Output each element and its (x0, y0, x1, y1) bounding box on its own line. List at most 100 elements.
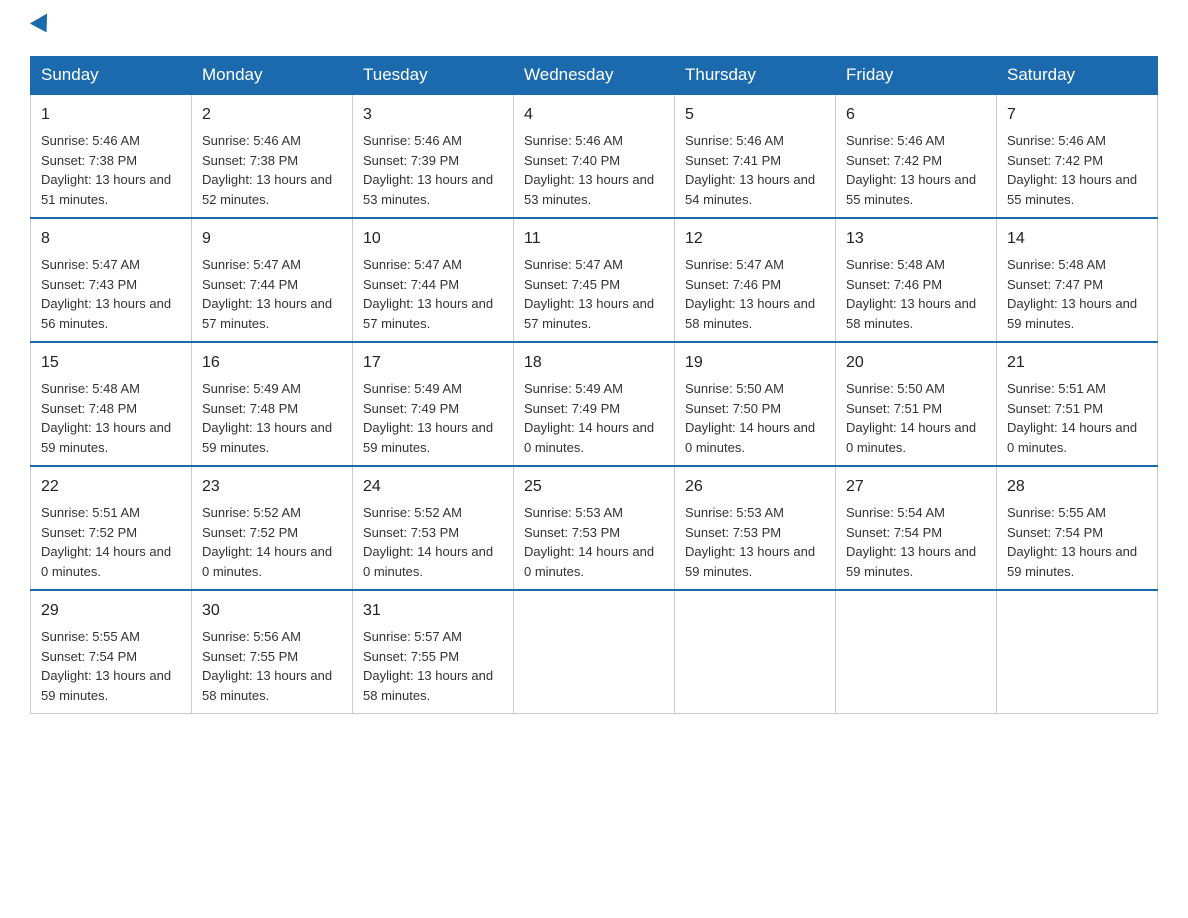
calendar-cell: 10 Sunrise: 5:47 AMSunset: 7:44 PMDaylig… (353, 218, 514, 342)
day-number: 18 (524, 351, 664, 375)
day-info: Sunrise: 5:48 AMSunset: 7:46 PMDaylight:… (846, 257, 976, 331)
day-number: 31 (363, 599, 503, 623)
calendar-cell: 4 Sunrise: 5:46 AMSunset: 7:40 PMDayligh… (514, 94, 675, 218)
calendar-cell: 17 Sunrise: 5:49 AMSunset: 7:49 PMDaylig… (353, 342, 514, 466)
day-info: Sunrise: 5:47 AMSunset: 7:44 PMDaylight:… (363, 257, 493, 331)
calendar-cell: 8 Sunrise: 5:47 AMSunset: 7:43 PMDayligh… (31, 218, 192, 342)
calendar-cell: 14 Sunrise: 5:48 AMSunset: 7:47 PMDaylig… (997, 218, 1158, 342)
day-number: 17 (363, 351, 503, 375)
logo-triangle-icon (30, 13, 55, 37)
calendar-header-row: SundayMondayTuesdayWednesdayThursdayFrid… (31, 57, 1158, 95)
calendar-cell: 21 Sunrise: 5:51 AMSunset: 7:51 PMDaylig… (997, 342, 1158, 466)
day-number: 5 (685, 103, 825, 127)
page-header (30, 20, 1158, 36)
calendar-cell: 26 Sunrise: 5:53 AMSunset: 7:53 PMDaylig… (675, 466, 836, 590)
calendar-cell: 6 Sunrise: 5:46 AMSunset: 7:42 PMDayligh… (836, 94, 997, 218)
day-number: 7 (1007, 103, 1147, 127)
calendar-cell: 19 Sunrise: 5:50 AMSunset: 7:50 PMDaylig… (675, 342, 836, 466)
calendar-cell: 30 Sunrise: 5:56 AMSunset: 7:55 PMDaylig… (192, 590, 353, 714)
day-number: 10 (363, 227, 503, 251)
calendar-cell (997, 590, 1158, 714)
day-info: Sunrise: 5:53 AMSunset: 7:53 PMDaylight:… (524, 505, 654, 579)
calendar-cell: 13 Sunrise: 5:48 AMSunset: 7:46 PMDaylig… (836, 218, 997, 342)
day-info: Sunrise: 5:57 AMSunset: 7:55 PMDaylight:… (363, 629, 493, 703)
day-number: 19 (685, 351, 825, 375)
header-thursday: Thursday (675, 57, 836, 95)
day-info: Sunrise: 5:49 AMSunset: 7:48 PMDaylight:… (202, 381, 332, 455)
calendar-cell: 11 Sunrise: 5:47 AMSunset: 7:45 PMDaylig… (514, 218, 675, 342)
week-row-3: 15 Sunrise: 5:48 AMSunset: 7:48 PMDaylig… (31, 342, 1158, 466)
calendar-cell: 3 Sunrise: 5:46 AMSunset: 7:39 PMDayligh… (353, 94, 514, 218)
day-info: Sunrise: 5:47 AMSunset: 7:45 PMDaylight:… (524, 257, 654, 331)
calendar-table: SundayMondayTuesdayWednesdayThursdayFrid… (30, 56, 1158, 714)
day-number: 3 (363, 103, 503, 127)
day-info: Sunrise: 5:50 AMSunset: 7:50 PMDaylight:… (685, 381, 815, 455)
calendar-cell: 24 Sunrise: 5:52 AMSunset: 7:53 PMDaylig… (353, 466, 514, 590)
day-info: Sunrise: 5:47 AMSunset: 7:46 PMDaylight:… (685, 257, 815, 331)
day-info: Sunrise: 5:49 AMSunset: 7:49 PMDaylight:… (363, 381, 493, 455)
week-row-4: 22 Sunrise: 5:51 AMSunset: 7:52 PMDaylig… (31, 466, 1158, 590)
week-row-2: 8 Sunrise: 5:47 AMSunset: 7:43 PMDayligh… (31, 218, 1158, 342)
calendar-cell: 25 Sunrise: 5:53 AMSunset: 7:53 PMDaylig… (514, 466, 675, 590)
day-number: 8 (41, 227, 181, 251)
day-number: 16 (202, 351, 342, 375)
header-saturday: Saturday (997, 57, 1158, 95)
day-number: 9 (202, 227, 342, 251)
day-number: 26 (685, 475, 825, 499)
week-row-1: 1 Sunrise: 5:46 AMSunset: 7:38 PMDayligh… (31, 94, 1158, 218)
week-row-5: 29 Sunrise: 5:55 AMSunset: 7:54 PMDaylig… (31, 590, 1158, 714)
day-info: Sunrise: 5:48 AMSunset: 7:47 PMDaylight:… (1007, 257, 1137, 331)
calendar-cell (836, 590, 997, 714)
day-info: Sunrise: 5:46 AMSunset: 7:41 PMDaylight:… (685, 133, 815, 207)
day-number: 22 (41, 475, 181, 499)
day-number: 25 (524, 475, 664, 499)
day-number: 2 (202, 103, 342, 127)
calendar-cell: 20 Sunrise: 5:50 AMSunset: 7:51 PMDaylig… (836, 342, 997, 466)
day-info: Sunrise: 5:50 AMSunset: 7:51 PMDaylight:… (846, 381, 976, 455)
day-number: 6 (846, 103, 986, 127)
day-number: 13 (846, 227, 986, 251)
calendar-cell: 27 Sunrise: 5:54 AMSunset: 7:54 PMDaylig… (836, 466, 997, 590)
calendar-cell: 23 Sunrise: 5:52 AMSunset: 7:52 PMDaylig… (192, 466, 353, 590)
day-info: Sunrise: 5:55 AMSunset: 7:54 PMDaylight:… (1007, 505, 1137, 579)
day-info: Sunrise: 5:47 AMSunset: 7:44 PMDaylight:… (202, 257, 332, 331)
header-sunday: Sunday (31, 57, 192, 95)
calendar-cell: 12 Sunrise: 5:47 AMSunset: 7:46 PMDaylig… (675, 218, 836, 342)
header-friday: Friday (836, 57, 997, 95)
calendar-cell: 5 Sunrise: 5:46 AMSunset: 7:41 PMDayligh… (675, 94, 836, 218)
day-number: 29 (41, 599, 181, 623)
day-number: 23 (202, 475, 342, 499)
header-wednesday: Wednesday (514, 57, 675, 95)
day-info: Sunrise: 5:54 AMSunset: 7:54 PMDaylight:… (846, 505, 976, 579)
calendar-cell: 28 Sunrise: 5:55 AMSunset: 7:54 PMDaylig… (997, 466, 1158, 590)
calendar-cell: 9 Sunrise: 5:47 AMSunset: 7:44 PMDayligh… (192, 218, 353, 342)
calendar-cell: 31 Sunrise: 5:57 AMSunset: 7:55 PMDaylig… (353, 590, 514, 714)
day-info: Sunrise: 5:52 AMSunset: 7:53 PMDaylight:… (363, 505, 493, 579)
day-number: 21 (1007, 351, 1147, 375)
calendar-cell (675, 590, 836, 714)
day-info: Sunrise: 5:51 AMSunset: 7:51 PMDaylight:… (1007, 381, 1137, 455)
day-info: Sunrise: 5:55 AMSunset: 7:54 PMDaylight:… (41, 629, 171, 703)
day-number: 30 (202, 599, 342, 623)
day-info: Sunrise: 5:46 AMSunset: 7:38 PMDaylight:… (202, 133, 332, 207)
day-info: Sunrise: 5:49 AMSunset: 7:49 PMDaylight:… (524, 381, 654, 455)
day-number: 12 (685, 227, 825, 251)
day-number: 11 (524, 227, 664, 251)
day-number: 28 (1007, 475, 1147, 499)
day-number: 1 (41, 103, 181, 127)
day-info: Sunrise: 5:51 AMSunset: 7:52 PMDaylight:… (41, 505, 171, 579)
calendar-cell: 29 Sunrise: 5:55 AMSunset: 7:54 PMDaylig… (31, 590, 192, 714)
calendar-cell: 22 Sunrise: 5:51 AMSunset: 7:52 PMDaylig… (31, 466, 192, 590)
day-info: Sunrise: 5:48 AMSunset: 7:48 PMDaylight:… (41, 381, 171, 455)
day-number: 24 (363, 475, 503, 499)
day-number: 15 (41, 351, 181, 375)
day-info: Sunrise: 5:47 AMSunset: 7:43 PMDaylight:… (41, 257, 171, 331)
calendar-cell (514, 590, 675, 714)
day-info: Sunrise: 5:46 AMSunset: 7:38 PMDaylight:… (41, 133, 171, 207)
day-info: Sunrise: 5:46 AMSunset: 7:42 PMDaylight:… (846, 133, 976, 207)
day-number: 4 (524, 103, 664, 127)
logo (30, 20, 54, 36)
day-info: Sunrise: 5:53 AMSunset: 7:53 PMDaylight:… (685, 505, 815, 579)
day-info: Sunrise: 5:46 AMSunset: 7:40 PMDaylight:… (524, 133, 654, 207)
day-info: Sunrise: 5:56 AMSunset: 7:55 PMDaylight:… (202, 629, 332, 703)
